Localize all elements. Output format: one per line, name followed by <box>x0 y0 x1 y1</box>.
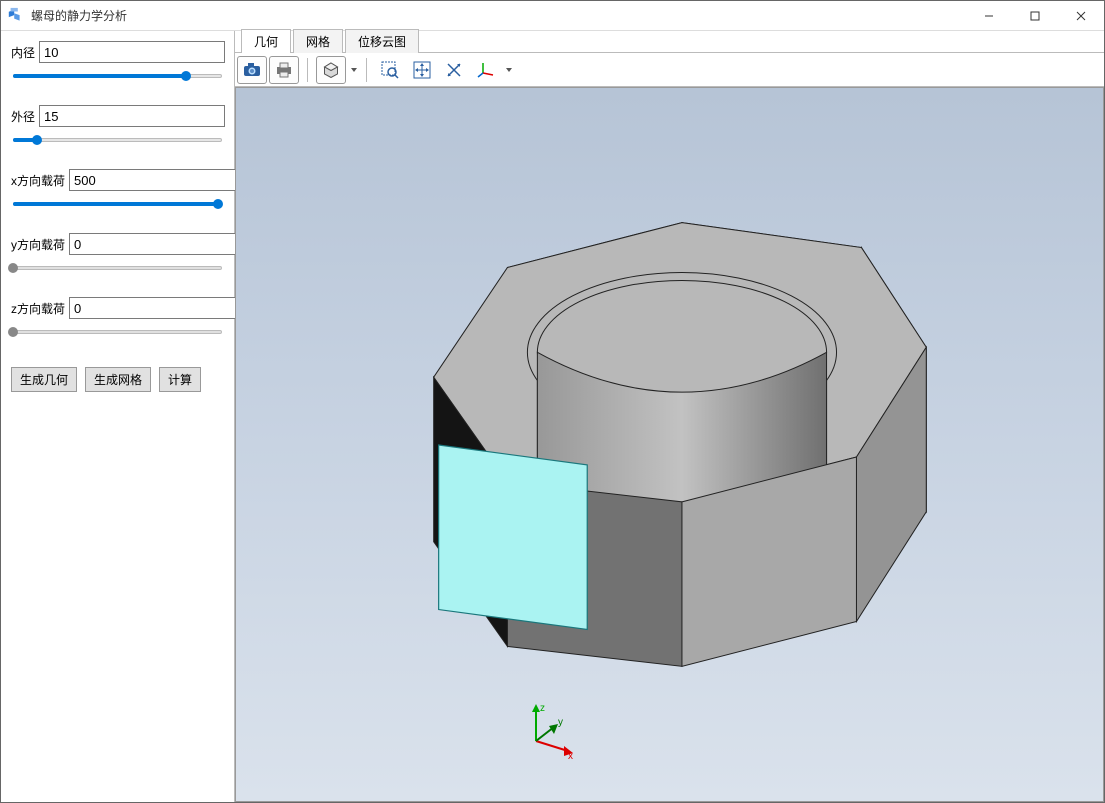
axes-button[interactable] <box>471 56 501 84</box>
axes-icon <box>477 61 495 79</box>
x-load-slider[interactable] <box>11 197 224 213</box>
view-tabs: 几何 网格 位移云图 <box>235 31 1104 53</box>
y-load-slider[interactable] <box>11 261 224 277</box>
nut-geometry <box>236 88 1103 801</box>
window-title: 螺母的静力学分析 <box>31 7 966 24</box>
x-load-label: x方向载荷 <box>11 172 65 189</box>
tab-displacement[interactable]: 位移云图 <box>345 29 419 53</box>
zoom-window-button[interactable] <box>375 56 405 84</box>
reset-view-dropdown[interactable] <box>350 66 358 74</box>
inner-diameter-slider[interactable] <box>11 69 224 85</box>
snapshot-button[interactable] <box>237 56 267 84</box>
parameter-panel: 内径 外径 x方向载荷 <box>1 31 235 802</box>
z-load-input[interactable] <box>69 297 255 319</box>
axes-dropdown[interactable] <box>505 66 513 74</box>
reset-view-button[interactable] <box>316 56 346 84</box>
tab-mesh[interactable]: 网格 <box>293 29 343 53</box>
outer-diameter-slider[interactable] <box>11 133 224 149</box>
compute-button[interactable]: 计算 <box>159 367 201 392</box>
y-load-label: y方向载荷 <box>11 236 65 253</box>
svg-text:x: x <box>568 751 573 761</box>
z-load-label: z方向载荷 <box>11 300 65 317</box>
outer-diameter-label: 外径 <box>11 108 35 125</box>
axis-gizmo: z y x <box>516 701 576 761</box>
rotate-view-button[interactable] <box>439 56 469 84</box>
y-load-input[interactable] <box>69 233 255 255</box>
inner-diameter-label: 内径 <box>11 44 35 61</box>
app-icon <box>7 7 25 25</box>
rotate-icon <box>445 61 463 79</box>
viewport-toolbar <box>235 53 1104 87</box>
camera-icon <box>243 62 261 78</box>
generate-mesh-button[interactable]: 生成网格 <box>85 367 151 392</box>
x-load-input[interactable] <box>69 169 255 191</box>
generate-geometry-button[interactable]: 生成几何 <box>11 367 77 392</box>
print-button[interactable] <box>269 56 299 84</box>
fit-view-button[interactable] <box>407 56 437 84</box>
maximize-button[interactable] <box>1012 1 1058 31</box>
zoom-window-icon <box>381 61 399 79</box>
printer-icon <box>275 62 293 78</box>
title-bar: 螺母的静力学分析 <box>1 1 1104 31</box>
svg-text:y: y <box>558 717 563 728</box>
reset-icon <box>323 62 339 78</box>
viewport-3d[interactable]: z y x <box>235 87 1104 802</box>
z-load-slider[interactable] <box>11 325 224 341</box>
minimize-button[interactable] <box>966 1 1012 31</box>
tab-geometry[interactable]: 几何 <box>241 29 291 53</box>
outer-diameter-input[interactable] <box>39 105 225 127</box>
svg-text:z: z <box>540 703 545 714</box>
fit-view-icon <box>413 61 431 79</box>
close-button[interactable] <box>1058 1 1104 31</box>
inner-diameter-input[interactable] <box>39 41 225 63</box>
